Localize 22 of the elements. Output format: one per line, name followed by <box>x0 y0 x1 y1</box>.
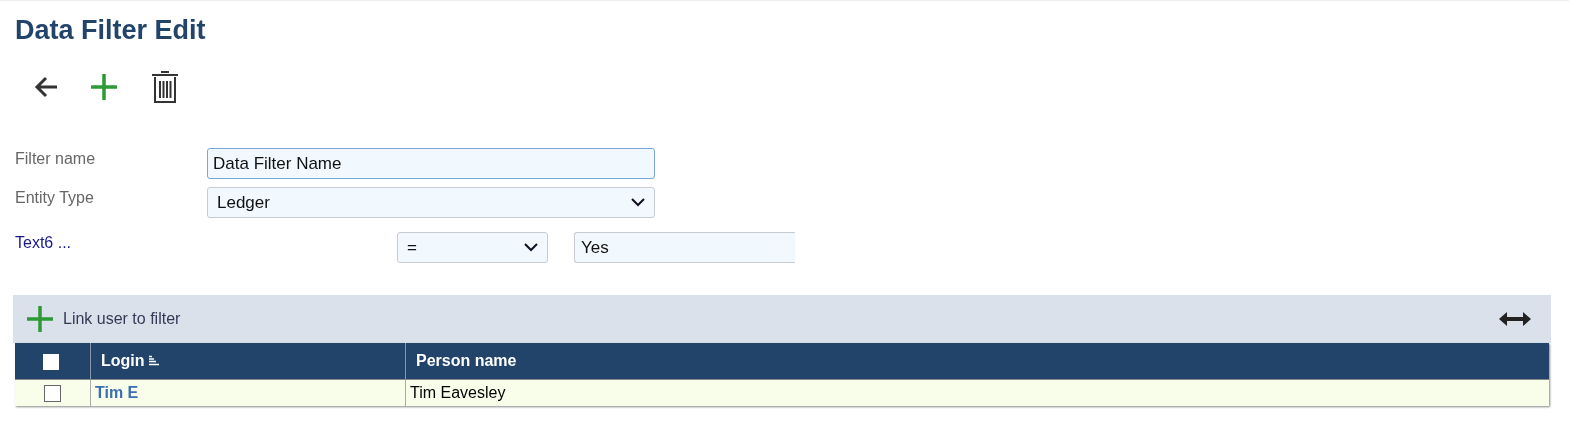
column-header[interactable]: Login <box>90 343 406 380</box>
back-button[interactable] <box>33 75 59 99</box>
entity-type-label: Entity Type <box>15 188 95 207</box>
link-user-button[interactable]: Link user to filter <box>25 304 181 334</box>
add-button[interactable] <box>89 72 119 102</box>
row-checkbox[interactable] <box>44 385 61 403</box>
condition-field-label[interactable]: Text6 ... <box>15 232 397 252</box>
column-header[interactable]: Person name <box>405 343 1549 380</box>
chevron-down-icon <box>631 198 645 207</box>
select-all-checkbox[interactable] <box>43 353 59 370</box>
entity-type-dropdown[interactable]: Ledger <box>207 187 655 218</box>
page-title: Data Filter Edit <box>15 15 207 46</box>
delete-button[interactable] <box>149 70 181 104</box>
condition-value-field[interactable]: Yes <box>574 232 795 263</box>
plus-icon <box>25 304 55 334</box>
filter-name-field[interactable]: Data Filter Name <box>207 148 655 179</box>
person-name-cell: Tim Eavesley <box>410 384 506 401</box>
resize-icon[interactable] <box>1499 311 1531 327</box>
login-link[interactable]: Tim E <box>95 384 139 401</box>
chevron-down-icon <box>524 243 538 252</box>
operator-dropdown[interactable]: = <box>397 232 548 263</box>
filter-name-label: Filter name <box>15 149 97 168</box>
